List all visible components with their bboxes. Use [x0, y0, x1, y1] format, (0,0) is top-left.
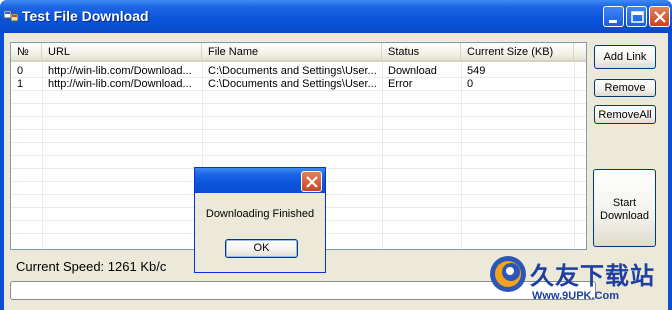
cell-current-size: 549 — [467, 65, 486, 77]
grid-line — [11, 129, 586, 130]
dialog-close-button[interactable] — [301, 171, 322, 192]
start-download-label-line1: Start — [612, 197, 637, 209]
watermark-url: Www.9UPK.Com — [532, 290, 619, 302]
cell-status: Download — [388, 65, 437, 77]
message-dialog: Downloading Finished OK — [194, 167, 326, 273]
watermark-logo-icon — [490, 256, 526, 292]
remove-all-button[interactable]: RemoveAll — [594, 105, 656, 124]
title-bar[interactable]: Test File Download — [0, 0, 672, 33]
start-download-button[interactable]: Start Download — [593, 169, 656, 247]
cell-url: http://win-lib.com/Download... — [48, 78, 192, 90]
watermark: 久友下载站 Www.9UPK.Com — [488, 252, 672, 310]
speed-value: 1261 Kb/c — [107, 259, 167, 274]
column-header-number[interactable]: № — [11, 43, 42, 62]
cell-number: 0 — [17, 65, 24, 77]
grid-line — [11, 142, 586, 143]
watermark-brand: 久友下载站 — [530, 262, 655, 290]
maximize-icon — [631, 11, 644, 23]
close-button[interactable] — [649, 6, 670, 27]
dialog-ok-button[interactable]: OK — [225, 239, 298, 258]
cell-url: http://win-lib.com/Download... — [48, 65, 192, 77]
cell-status: Error — [388, 78, 413, 90]
speed-label: Current Speed: — [16, 259, 105, 274]
grid-line — [11, 116, 586, 117]
cell-file-name: C:\Documents and Settings\User... — [208, 78, 377, 90]
minimize-button[interactable] — [603, 6, 624, 27]
cell-file-name: C:\Documents and Settings\User... — [208, 65, 377, 77]
minimize-icon — [609, 20, 617, 23]
grid-line — [11, 103, 586, 104]
close-icon — [654, 11, 666, 23]
add-link-button[interactable]: Add Link — [594, 45, 656, 69]
dialog-message: Downloading Finished — [205, 208, 315, 220]
close-icon — [306, 176, 318, 188]
start-download-label-line2: Download — [600, 210, 649, 223]
window-title: Test File Download — [22, 8, 149, 24]
column-header-status[interactable]: Status — [382, 43, 461, 62]
current-speed: Current Speed: 1261 Kb/c — [16, 259, 166, 274]
maximize-button[interactable] — [626, 6, 647, 27]
remove-all-label: RemoveAll — [598, 109, 652, 121]
column-header-file-name[interactable]: File Name — [202, 43, 382, 62]
column-header-url[interactable]: URL — [42, 43, 202, 62]
app-icon — [4, 10, 18, 22]
cell-number: 1 — [17, 78, 24, 90]
table-row[interactable]: 0 http://win-lib.com/Download... C:\Docu… — [11, 65, 586, 78]
list-header: № URL File Name Status Current Size (KB) — [11, 43, 586, 62]
remove-label: Remove — [604, 82, 646, 94]
main-window: Test File Download № URL File Name Statu… — [0, 0, 672, 310]
table-row[interactable]: 1 http://win-lib.com/Download... C:\Docu… — [11, 78, 586, 91]
remove-button[interactable]: Remove — [594, 79, 656, 97]
dialog-title-bar[interactable] — [195, 168, 325, 193]
add-link-label: Add Link — [603, 51, 647, 63]
cell-current-size: 0 — [467, 78, 474, 90]
column-header-current-size[interactable]: Current Size (KB) — [461, 43, 574, 62]
grid-line — [11, 155, 586, 156]
